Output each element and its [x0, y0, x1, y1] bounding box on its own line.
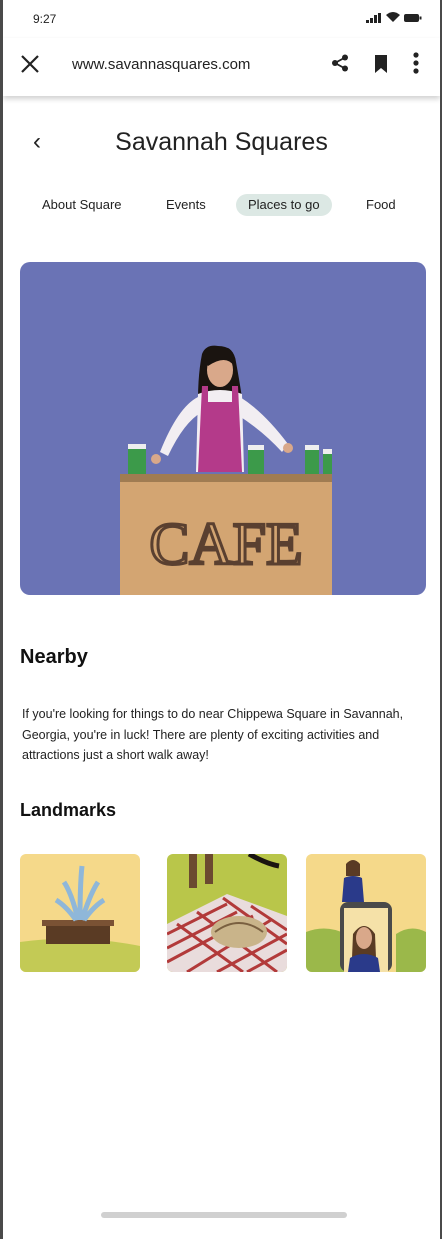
tab-places-to-go[interactable]: Places to go — [236, 194, 332, 216]
landmark-card-picnic[interactable] — [167, 854, 287, 972]
close-icon[interactable] — [19, 53, 41, 75]
tab-food[interactable]: Food — [354, 194, 408, 216]
fountain-illustration — [20, 854, 140, 972]
wifi-icon — [386, 12, 400, 22]
photo-illustration — [306, 854, 426, 972]
status-bar: 9:27 — [3, 0, 440, 38]
landmark-card-fountain[interactable] — [20, 854, 140, 972]
phone-screen: 9:27 www.savannasquares.com ‹ Savannah S… — [3, 0, 440, 1239]
share-icon[interactable] — [331, 54, 349, 72]
signal-icon — [366, 12, 381, 23]
landmarks-heading: Landmarks — [20, 800, 117, 820]
url-text[interactable]: www.savannasquares.com — [72, 56, 250, 73]
nearby-description: If you're looking for things to do near … — [22, 707, 404, 762]
hero-illustration: CAFE — [20, 262, 426, 595]
tab-bar: About Square Events Places to go Food — [3, 194, 440, 218]
picnic-illustration — [167, 854, 287, 972]
home-indicator[interactable] — [101, 1212, 347, 1218]
browser-toolbar: www.savannasquares.com — [3, 38, 440, 96]
page-header: ‹ Savannah Squares — [3, 122, 440, 166]
page-title: Savannah Squares — [115, 128, 328, 156]
more-options-icon[interactable] — [413, 52, 419, 74]
cafe-illustration: CAFE — [120, 345, 332, 595]
tab-about-square[interactable]: About Square — [30, 194, 134, 216]
landmark-card-photo[interactable] — [306, 854, 426, 972]
status-time: 9:27 — [33, 12, 57, 26]
nearby-heading: Nearby — [20, 646, 88, 668]
bookmark-icon[interactable] — [374, 54, 388, 74]
tab-events[interactable]: Events — [154, 194, 218, 216]
battery-icon — [404, 13, 422, 22]
status-icons — [366, 12, 422, 23]
cafe-sign-text: CAFE — [149, 511, 302, 577]
